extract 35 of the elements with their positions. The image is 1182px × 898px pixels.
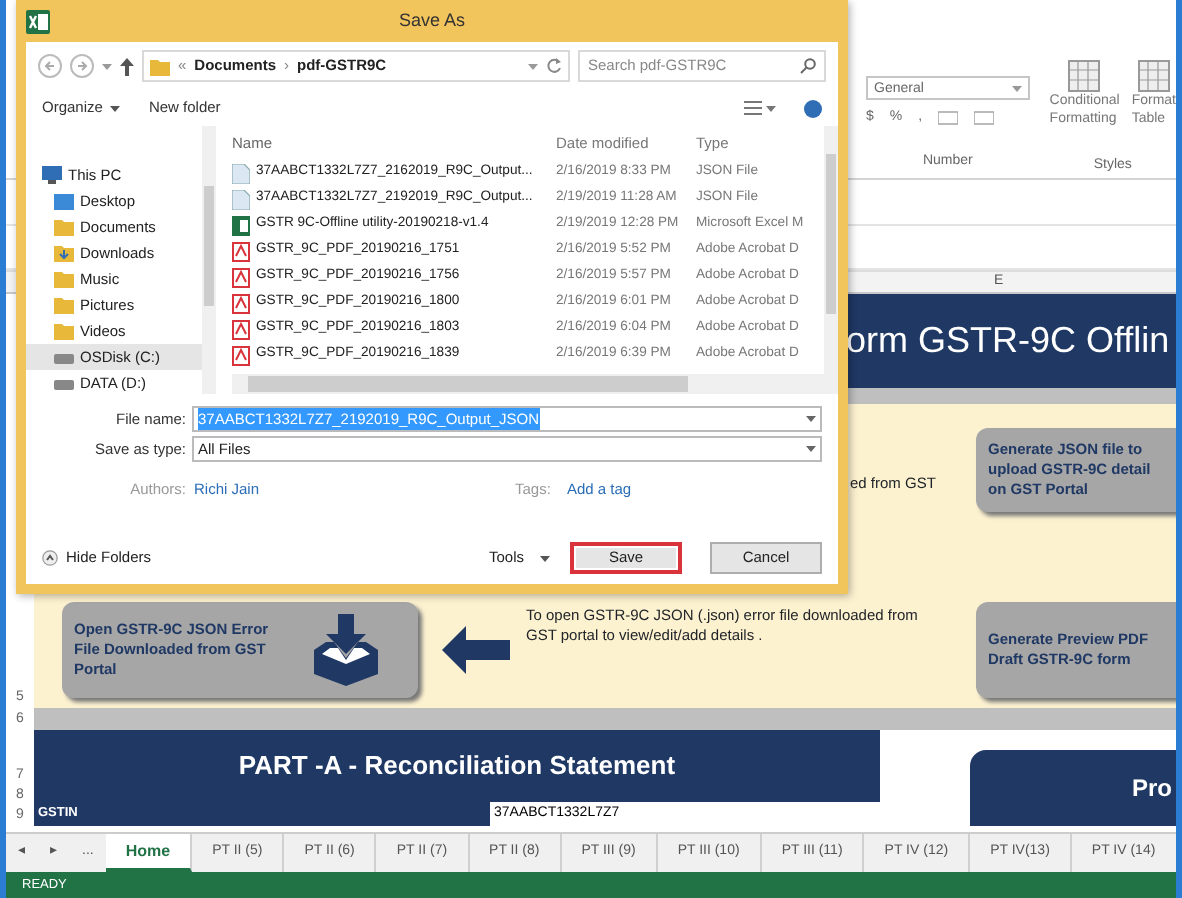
caret-icon xyxy=(806,416,816,422)
pdf-file-icon xyxy=(232,241,250,261)
left-arrow-icon xyxy=(442,626,510,674)
table-grid-icon xyxy=(1068,60,1101,92)
section-title: Pro xyxy=(970,750,1176,826)
folder-icon xyxy=(150,57,170,75)
dialog-title: Save As xyxy=(398,9,466,30)
caret-icon[interactable] xyxy=(528,63,538,69)
folder-icon xyxy=(54,218,74,236)
search-icon xyxy=(800,58,816,74)
computer-icon xyxy=(42,166,62,184)
up-arrow-icon[interactable] xyxy=(120,57,134,75)
desktop-icon xyxy=(54,192,74,210)
table-grid-icon xyxy=(1137,60,1170,92)
view-options-icon[interactable] xyxy=(744,100,776,116)
pdf-file-icon xyxy=(232,267,250,287)
spreadsheet-app-icon xyxy=(26,9,50,33)
pdf-file-icon xyxy=(232,345,250,365)
refresh-icon[interactable] xyxy=(546,58,562,74)
spreadsheet-file-icon xyxy=(232,215,250,235)
scrollbar-thumb xyxy=(204,186,214,306)
caret-icon[interactable] xyxy=(102,63,112,69)
forward-icon[interactable] xyxy=(70,54,94,78)
pdf-file-icon xyxy=(232,319,250,339)
caret-icon xyxy=(806,446,816,452)
pdf-file-icon xyxy=(232,293,250,313)
caret-icon xyxy=(1011,85,1022,91)
caret-icon xyxy=(110,105,121,111)
sheet-tab[interactable]: Home xyxy=(105,834,193,872)
section-title: PART -A - Reconciliation Statement xyxy=(236,748,678,785)
collapse-icon xyxy=(42,550,58,566)
download-folder-icon xyxy=(54,244,74,262)
back-icon[interactable] xyxy=(38,54,62,78)
caret-icon xyxy=(540,555,550,561)
help-icon[interactable] xyxy=(804,99,822,117)
